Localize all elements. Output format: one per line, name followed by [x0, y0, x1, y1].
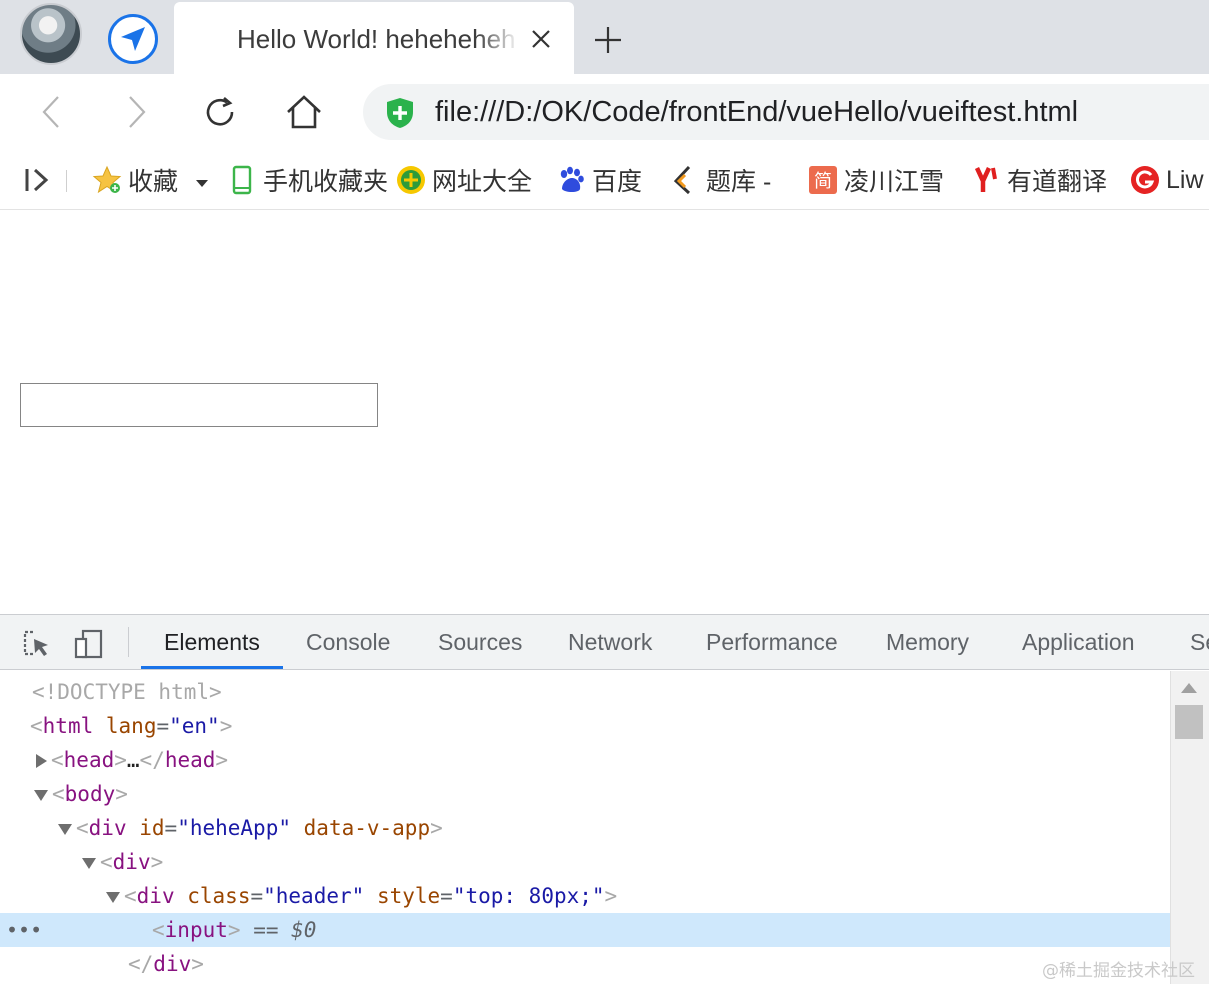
bookmark-favorites[interactable]: 收藏	[92, 162, 209, 198]
g-circle-icon	[1130, 165, 1160, 195]
collapse-triangle-icon[interactable]	[106, 891, 120, 903]
dom-line-head[interactable]: <head>…</head>	[0, 743, 1170, 777]
bookmark-baidu[interactable]: 百度	[556, 162, 642, 198]
tab-strip: Hello World! heheheheh	[0, 0, 1209, 74]
dom-line-doctype[interactable]: <!DOCTYPE html>	[0, 675, 1170, 709]
baidu-paw-icon	[556, 165, 586, 195]
device-toolbar-icon[interactable]	[72, 627, 106, 661]
dom-line-input-selected[interactable]: ••• <input> == $0	[0, 913, 1170, 947]
tab-title: Hello World! heheheheh	[237, 24, 516, 54]
collapse-triangle-icon[interactable]	[34, 789, 48, 801]
bookmark-lingchuan[interactable]: 简 凌川江雪	[808, 162, 944, 198]
tab-application[interactable]: Application	[1022, 629, 1135, 656]
sidebar-toggle-icon[interactable]	[24, 162, 52, 198]
dropdown-caret-icon[interactable]	[196, 166, 209, 195]
forward-arrow-icon[interactable]	[116, 92, 156, 132]
navigation-arrow-icon[interactable]	[108, 14, 158, 64]
tab-memory[interactable]: Memory	[886, 629, 969, 656]
star-icon	[92, 165, 122, 195]
jian-icon: 简	[808, 165, 838, 195]
dom-line-body[interactable]: <body>	[0, 777, 1170, 811]
tab-console[interactable]: Console	[306, 629, 390, 656]
browser-tab-active[interactable]: Hello World! heheheheh	[174, 2, 574, 74]
add-circle-icon	[396, 165, 426, 195]
dom-tree: <!DOCTYPE html> <html lang="en"> <head>……	[0, 671, 1170, 984]
active-tab-indicator	[141, 666, 283, 669]
collapse-triangle-icon[interactable]	[58, 823, 72, 835]
scroll-up-arrow-icon[interactable]	[1181, 683, 1197, 693]
inspect-element-icon[interactable]	[20, 627, 54, 661]
bookmark-youdao[interactable]: 有道翻译	[971, 162, 1107, 198]
bookmark-mobile-favorites[interactable]: 手机收藏夹	[227, 162, 388, 198]
address-bar[interactable]: file:///D:/OK/Code/frontEnd/vueHello/vue…	[363, 84, 1209, 140]
tiku-icon	[670, 165, 700, 195]
selected-node-marker: == $0	[253, 918, 317, 942]
tab-security[interactable]: Se	[1190, 629, 1209, 656]
bookmarks-bar: 收藏 手机收藏夹 网址大全 百度 题库 - 简 凌川江雪 有道翻译 Liw	[0, 150, 1209, 210]
dom-line-div[interactable]: <div>	[0, 845, 1170, 879]
bookmarks-divider	[66, 170, 67, 192]
tab-network[interactable]: Network	[568, 629, 652, 656]
bookmark-liw[interactable]: Liw	[1130, 162, 1204, 198]
dom-line-close-div[interactable]: </div>	[0, 947, 1170, 981]
scrollbar-thumb[interactable]	[1175, 705, 1203, 739]
watermark: @稀土掘金技术社区	[1042, 961, 1195, 981]
tab-sources[interactable]: Sources	[438, 629, 522, 656]
bookmark-url-directory[interactable]: 网址大全	[396, 162, 532, 198]
user-avatar[interactable]	[20, 3, 82, 65]
svg-text:简: 简	[814, 171, 832, 192]
dom-scrollbar[interactable]	[1170, 671, 1209, 984]
youdao-icon	[971, 165, 1001, 195]
bookmark-tiku[interactable]: 题库 -	[670, 162, 771, 198]
tab-elements[interactable]: Elements	[164, 629, 260, 656]
reload-icon[interactable]	[200, 92, 240, 132]
collapse-triangle-icon[interactable]	[82, 857, 96, 869]
expand-triangle-icon[interactable]	[36, 754, 47, 768]
dom-line-div-app[interactable]: <div id="heheApp" data-v-app>	[0, 811, 1170, 845]
address-url[interactable]: file:///D:/OK/Code/frontEnd/vueHello/vue…	[435, 96, 1078, 129]
page-text-input[interactable]	[20, 383, 378, 427]
home-icon[interactable]	[284, 92, 324, 132]
page-viewport	[0, 210, 1209, 614]
back-arrow-icon[interactable]	[32, 92, 72, 132]
tab-performance[interactable]: Performance	[706, 629, 838, 656]
phone-icon	[227, 165, 257, 195]
browser-toolbar: file:///D:/OK/Code/frontEnd/vueHello/vue…	[0, 74, 1209, 150]
tab-close-icon[interactable]	[526, 24, 556, 54]
devtools-panel: Elements Console Sources Network Perform…	[0, 614, 1209, 984]
more-options-dots[interactable]: •••	[6, 913, 42, 947]
new-tab-plus-icon[interactable]	[590, 22, 626, 58]
devtools-divider	[128, 627, 129, 657]
dom-line-html[interactable]: <html lang="en">	[0, 709, 1170, 743]
secure-shield-icon	[385, 97, 415, 134]
devtools-tab-bar: Elements Console Sources Network Perform…	[0, 615, 1209, 670]
dom-line-div-header[interactable]: <div class="header" style="top: 80px;">	[0, 879, 1170, 913]
